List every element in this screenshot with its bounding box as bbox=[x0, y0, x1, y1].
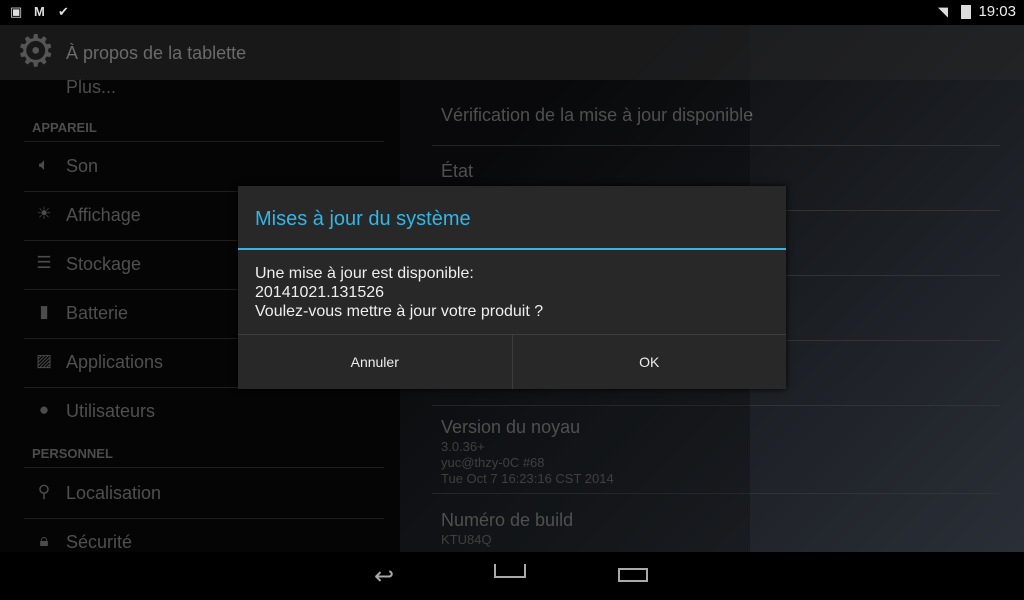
dialog-divider bbox=[238, 248, 786, 250]
action-bar: ⚙ À propos de la tablette bbox=[0, 25, 1024, 80]
dialog-title: Mises à jour du système bbox=[255, 208, 471, 230]
briefcase-check-icon: ✔ bbox=[58, 4, 69, 19]
gmail-icon: M bbox=[34, 4, 45, 19]
status-bar: ▣ M ✔ ◥ 19:03 bbox=[0, 0, 1024, 25]
recents-icon[interactable] bbox=[618, 568, 648, 582]
dialog-message: Une mise à jour est disponible: 20141021.… bbox=[255, 265, 544, 320]
clock: 19:03 bbox=[978, 3, 1016, 20]
page-title: À propos de la tablette bbox=[66, 43, 247, 63]
ok-button[interactable]: OK bbox=[511, 335, 787, 389]
navigation-bar: ↩ bbox=[0, 552, 1024, 600]
battery-icon bbox=[961, 5, 971, 19]
settings-gear-icon[interactable]: ⚙ bbox=[16, 30, 60, 74]
home-icon[interactable] bbox=[494, 564, 526, 578]
image-icon: ▣ bbox=[10, 4, 23, 19]
back-icon[interactable]: ↩ bbox=[374, 562, 394, 591]
system-update-dialog: Mises à jour du système Une mise à jour … bbox=[238, 186, 786, 389]
wifi-icon: ◥ bbox=[938, 4, 948, 19]
cancel-button[interactable]: Annuler bbox=[238, 335, 512, 389]
